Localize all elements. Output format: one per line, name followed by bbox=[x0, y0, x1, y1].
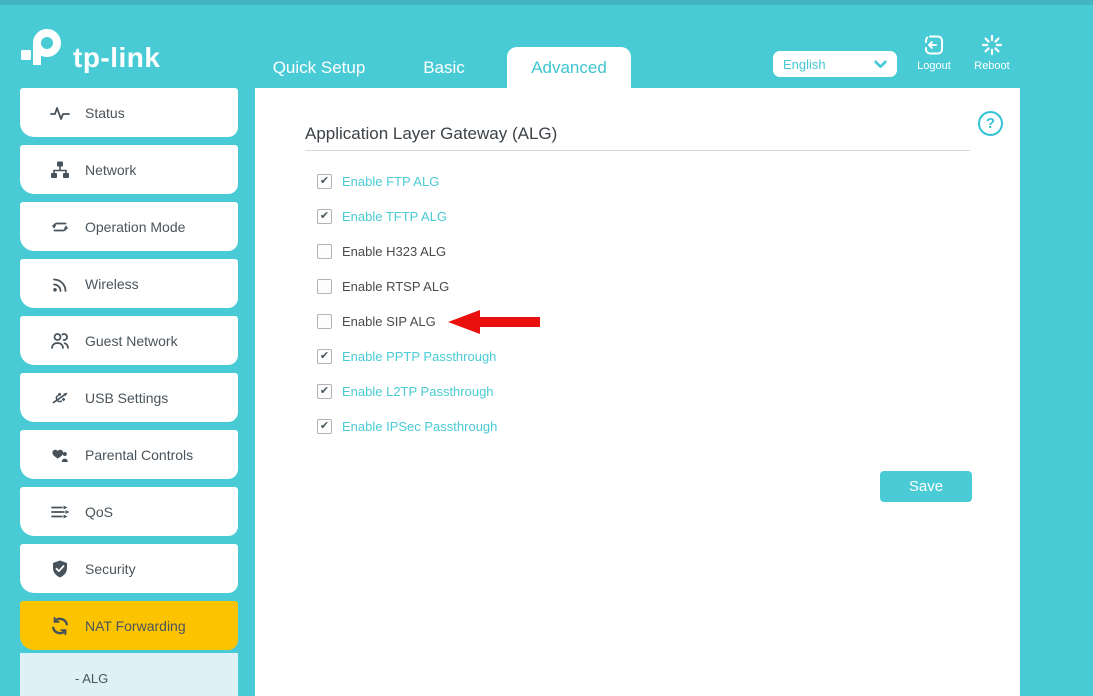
logo-text: tp-link bbox=[73, 42, 161, 74]
reboot-button[interactable]: Reboot bbox=[964, 33, 1020, 72]
checkbox-enable-sip-alg[interactable] bbox=[317, 314, 332, 329]
checkbox-enable-h323-alg[interactable] bbox=[317, 244, 332, 259]
checkbox-enable-ipsec-passthrough[interactable]: ✔ bbox=[317, 419, 332, 434]
title-divider bbox=[305, 150, 970, 151]
checkbox-row-enable-h323-alg: Enable H323 ALG bbox=[317, 234, 540, 269]
logout-icon bbox=[922, 33, 946, 57]
tab-quick-setup[interactable]: Quick Setup bbox=[245, 47, 393, 88]
sidebar-item-label: Parental Controls bbox=[85, 447, 193, 463]
cycle-arrows-icon bbox=[50, 217, 70, 237]
main-content: Application Layer Gateway (ALG) ? ✔ Enabl… bbox=[255, 88, 1020, 696]
checkbox-row-enable-rtsp-alg: Enable RTSP ALG bbox=[317, 269, 540, 304]
checkbox-label[interactable]: Enable IPSec Passthrough bbox=[342, 419, 497, 434]
sidebar-item-label: Security bbox=[85, 561, 136, 577]
checkbox-label[interactable]: Enable RTSP ALG bbox=[342, 279, 449, 294]
checkbox-label[interactable]: Enable PPTP Passthrough bbox=[342, 349, 496, 364]
checkbox-row-enable-ftp-alg: ✔ Enable FTP ALG bbox=[317, 164, 540, 199]
alg-checkbox-list: ✔ Enable FTP ALG ✔ Enable TFTP ALG Enable H3… bbox=[317, 164, 540, 444]
page-title: Application Layer Gateway (ALG) bbox=[305, 124, 557, 144]
language-select[interactable]: English bbox=[773, 51, 897, 77]
sidebar-item-qos[interactable]: QoS bbox=[20, 487, 238, 536]
sidebar-item-network[interactable]: Network bbox=[20, 145, 238, 194]
tp-link-logo: tp-link bbox=[20, 26, 161, 75]
checkbox-label[interactable]: Enable TFTP ALG bbox=[342, 209, 447, 224]
sidebar-item-usb-settings[interactable]: USB Settings bbox=[20, 373, 238, 422]
sidebar-item-security[interactable]: Security bbox=[20, 544, 238, 593]
checkbox-label[interactable]: Enable L2TP Passthrough bbox=[342, 384, 494, 399]
sidebar-item-label: QoS bbox=[85, 504, 113, 520]
parental-controls-icon bbox=[50, 445, 70, 465]
sidebar-item-parental-controls[interactable]: Parental Controls bbox=[20, 430, 238, 479]
wifi-icon bbox=[50, 274, 70, 294]
usb-icon bbox=[50, 388, 70, 408]
header: tp-link Quick Setup Basic Advanced Engli… bbox=[0, 0, 1093, 88]
network-nodes-icon bbox=[50, 160, 70, 180]
sidebar-item-status[interactable]: Status bbox=[20, 88, 238, 137]
guest-network-icon bbox=[50, 331, 70, 351]
sidebar-subitem-alg[interactable]: - ALG bbox=[75, 671, 108, 686]
logout-label: Logout bbox=[917, 60, 951, 72]
tab-advanced[interactable]: Advanced bbox=[507, 47, 631, 88]
activity-icon bbox=[50, 103, 70, 123]
checkbox-row-enable-ipsec-passthrough: ✔ Enable IPSec Passthrough bbox=[317, 409, 540, 444]
checkbox-label[interactable]: Enable H323 ALG bbox=[342, 244, 446, 259]
sidebar-item-label: Guest Network bbox=[85, 333, 178, 349]
red-arrow-annotation bbox=[448, 310, 540, 334]
help-icon[interactable]: ? bbox=[978, 111, 1003, 136]
sidebar-item-nat-forwarding[interactable]: NAT Forwarding bbox=[20, 601, 238, 650]
sidebar-item-wireless[interactable]: Wireless bbox=[20, 259, 238, 308]
nat-refresh-icon bbox=[50, 616, 70, 636]
checkbox-label[interactable]: Enable SIP ALG bbox=[342, 314, 436, 329]
checkbox-row-enable-tftp-alg: ✔ Enable TFTP ALG bbox=[317, 199, 540, 234]
checkbox-enable-l2tp-passthrough[interactable]: ✔ bbox=[317, 384, 332, 399]
checkbox-enable-tftp-alg[interactable]: ✔ bbox=[317, 209, 332, 224]
reboot-label: Reboot bbox=[974, 60, 1009, 72]
checkbox-row-enable-pptp-passthrough: ✔ Enable PPTP Passthrough bbox=[317, 339, 540, 374]
qos-arrows-icon bbox=[50, 502, 70, 522]
checkbox-enable-ftp-alg[interactable]: ✔ bbox=[317, 174, 332, 189]
checkbox-enable-rtsp-alg[interactable] bbox=[317, 279, 332, 294]
sidebar-item-operation-mode[interactable]: Operation Mode bbox=[20, 202, 238, 251]
chevron-down-icon bbox=[874, 57, 887, 72]
shield-check-icon bbox=[50, 559, 70, 579]
checkbox-row-enable-sip-alg: Enable SIP ALG bbox=[317, 304, 540, 339]
logout-button[interactable]: Logout bbox=[908, 33, 960, 72]
router-admin-screen: tp-link Quick Setup Basic Advanced Engli… bbox=[0, 0, 1093, 696]
checkbox-enable-pptp-passthrough[interactable]: ✔ bbox=[317, 349, 332, 364]
save-button[interactable]: Save bbox=[880, 471, 972, 502]
checkbox-row-enable-l2tp-passthrough: ✔ Enable L2TP Passthrough bbox=[317, 374, 540, 409]
tab-basic[interactable]: Basic bbox=[394, 47, 494, 88]
sidebar-item-guest-network[interactable]: Guest Network bbox=[20, 316, 238, 365]
sidebar-subpanel: - ALG bbox=[20, 653, 238, 696]
sidebar-item-label: Network bbox=[85, 162, 136, 178]
sidebar-item-label: Status bbox=[85, 105, 125, 121]
sidebar-item-label: Operation Mode bbox=[85, 219, 185, 235]
sidebar-item-label: USB Settings bbox=[85, 390, 168, 406]
sidebar-item-label: Wireless bbox=[85, 276, 139, 292]
checkbox-label[interactable]: Enable FTP ALG bbox=[342, 174, 439, 189]
tp-link-logo-icon bbox=[20, 26, 64, 75]
language-value: English bbox=[783, 57, 826, 72]
sidebar-item-label: NAT Forwarding bbox=[85, 618, 186, 634]
reboot-icon bbox=[980, 33, 1004, 57]
